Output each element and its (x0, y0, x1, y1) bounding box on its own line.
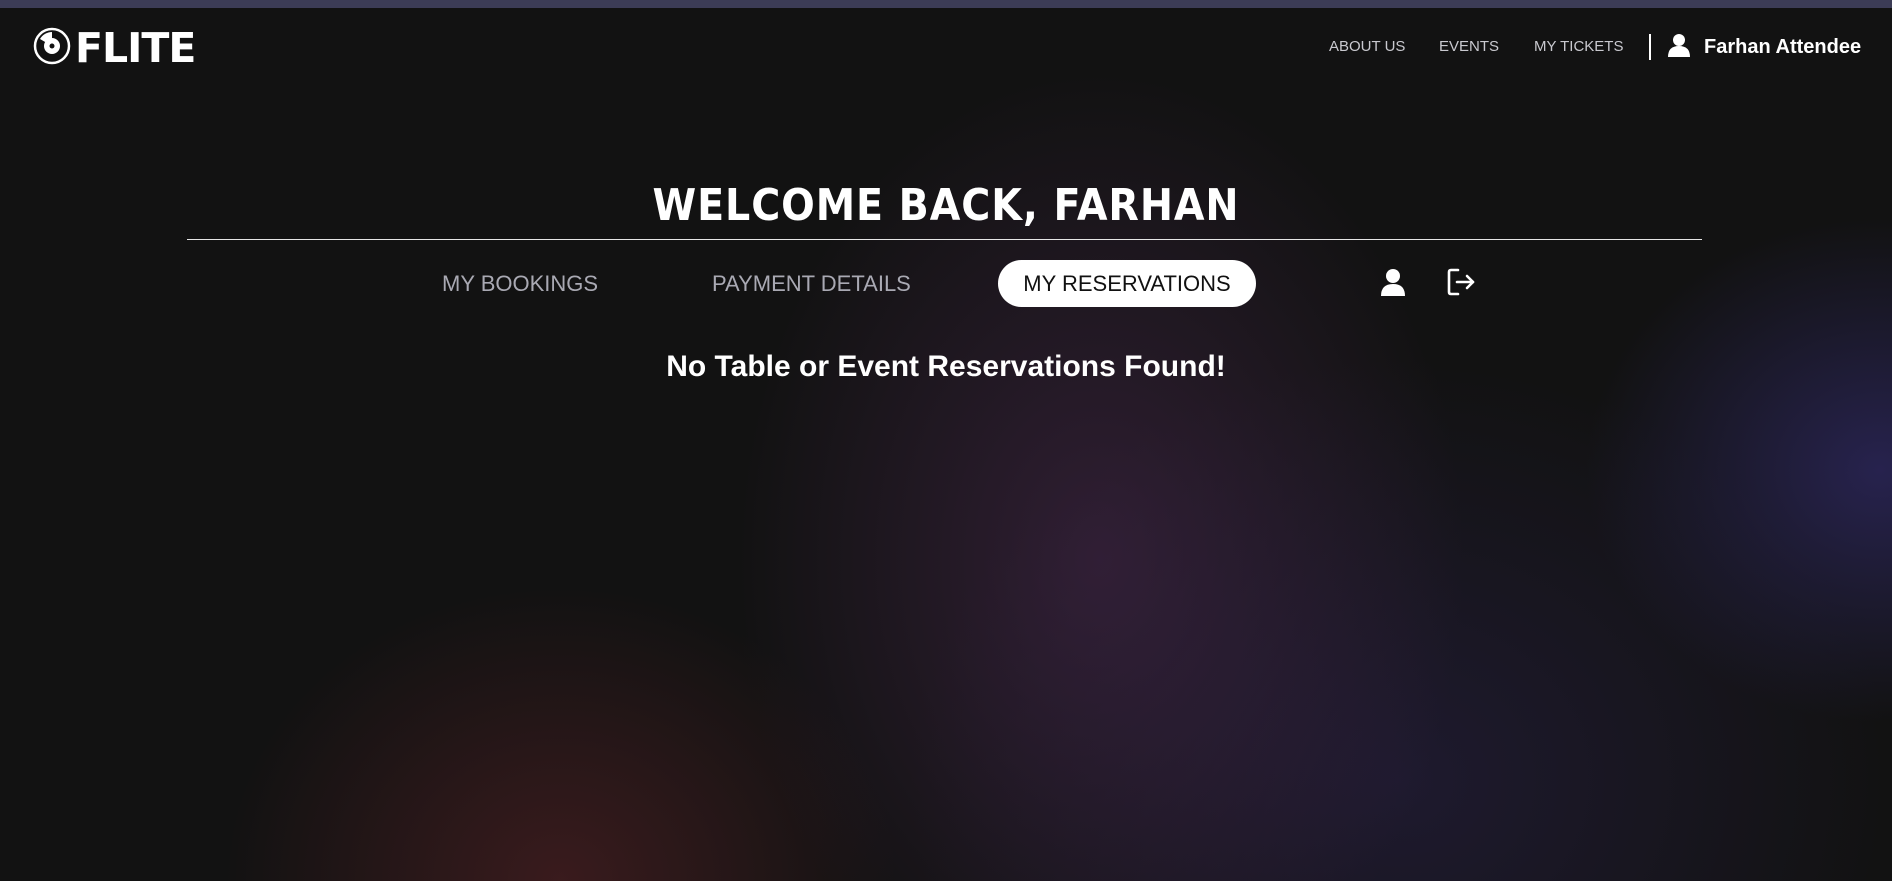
tab-payment-details[interactable]: PAYMENT DETAILS (712, 260, 911, 307)
flite-logo[interactable]: FLITE (33, 24, 196, 72)
profile-icon (1380, 268, 1406, 301)
logo-text: FLITE (75, 24, 196, 72)
nav-about-us[interactable]: ABOUT US (1329, 38, 1405, 56)
tab-my-bookings[interactable]: MY BOOKINGS (442, 260, 598, 307)
welcome-heading: WELCOME BACK, FARHAN (652, 180, 1240, 231)
page-background (0, 0, 1892, 881)
heading-divider (187, 239, 1702, 240)
logout-button[interactable] (1445, 268, 1477, 300)
user-name: Farhan Attendee (1704, 35, 1862, 58)
tab-my-reservations[interactable]: MY RESERVATIONS (998, 260, 1256, 307)
logout-icon (1446, 267, 1476, 302)
vinyl-record-icon (33, 27, 71, 70)
nav-my-tickets[interactable]: MY TICKETS (1534, 38, 1623, 56)
profile-button[interactable] (1377, 268, 1409, 300)
site-header: FLITE ABOUT US EVENTS MY TICKETS Farhan … (0, 8, 1892, 88)
nav-divider (1649, 34, 1651, 60)
nav-events[interactable]: EVENTS (1439, 38, 1499, 56)
user-icon (1668, 33, 1690, 62)
empty-reservations-message: No Table or Event Reservations Found! (666, 350, 1226, 383)
browser-top-strip (0, 0, 1892, 8)
user-menu[interactable]: Farhan Attendee (1668, 33, 1861, 61)
